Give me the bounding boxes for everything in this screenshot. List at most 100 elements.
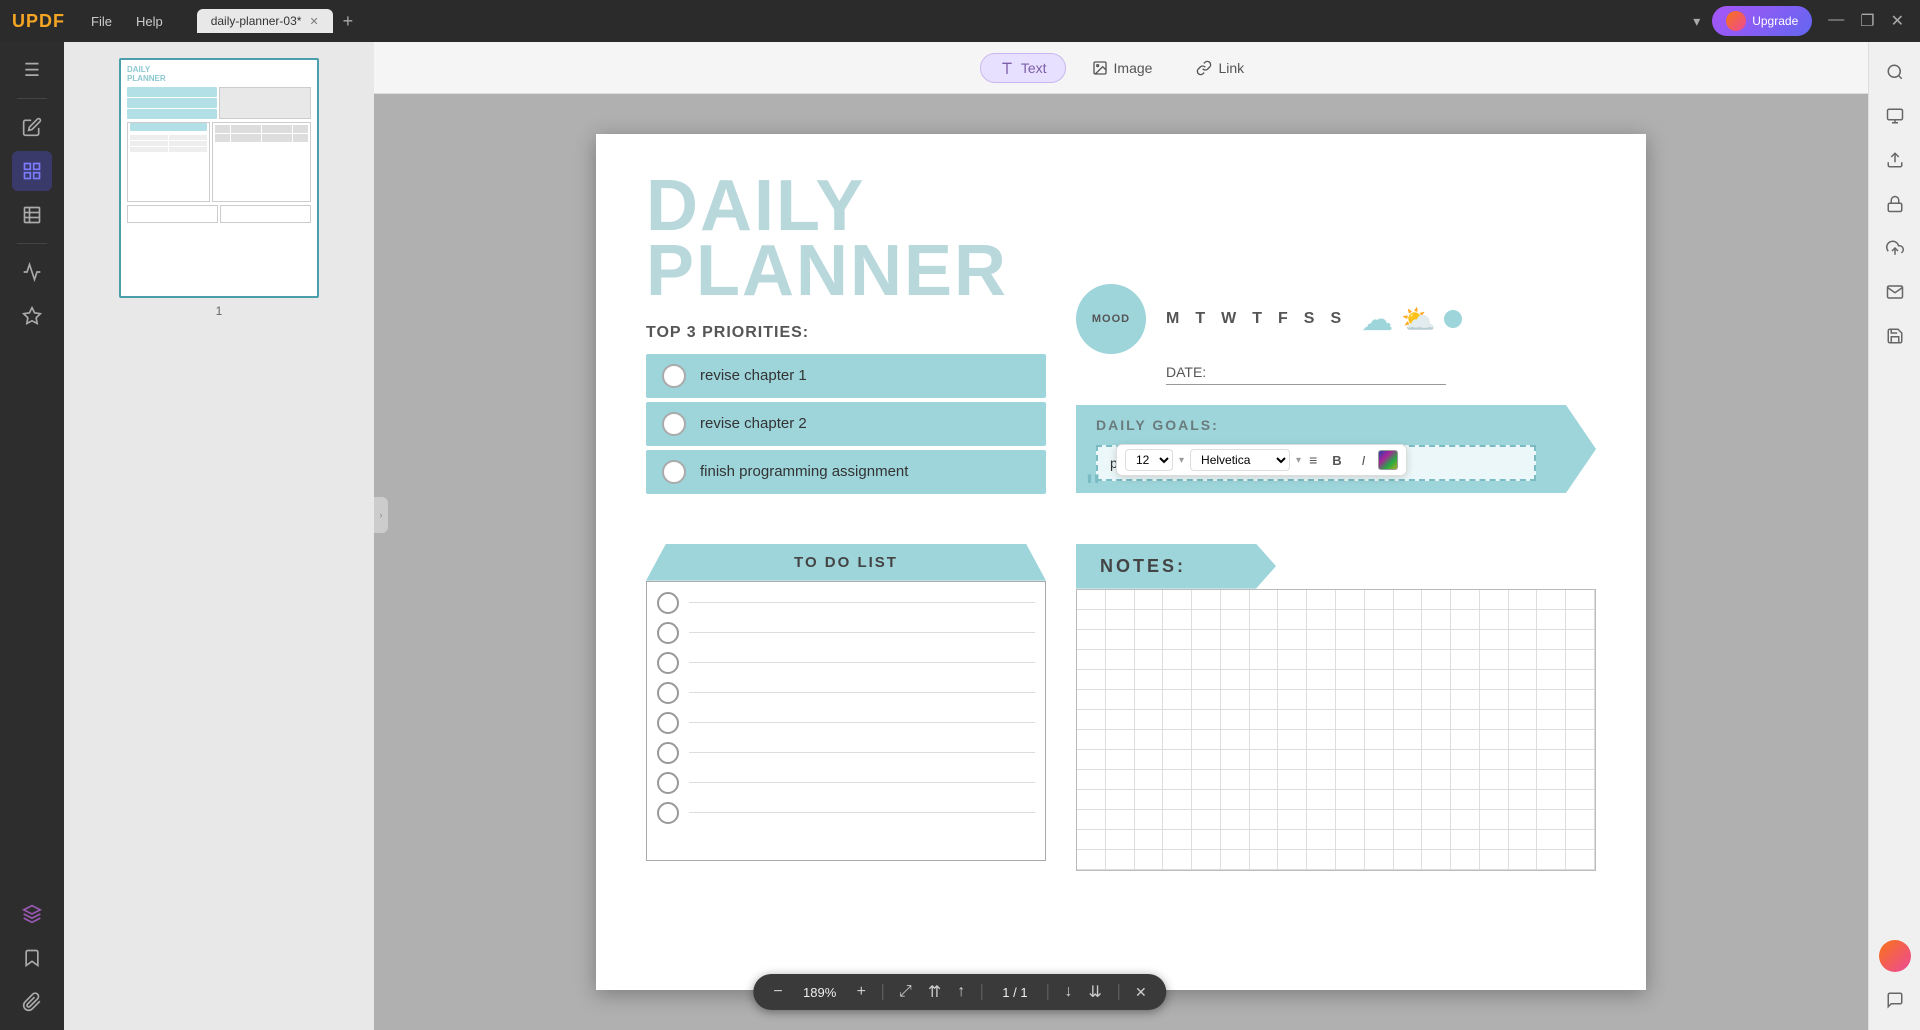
sidebar-icon-bookmark[interactable] [12,938,52,978]
notes-grid-cell [1077,770,1106,790]
notes-grid-cell [1307,630,1336,650]
priority-checkbox-1[interactable] [662,364,686,388]
save-icon[interactable] [1877,318,1913,354]
window-controls: — ❐ ✕ [1824,9,1908,33]
sidebar-icon-sticker[interactable] [12,296,52,336]
font-family-select[interactable]: Helvetica [1190,449,1290,471]
text-align-icon[interactable]: ≡ [1307,450,1319,470]
notes-grid-cell [1192,770,1221,790]
zoom-nav-bottom[interactable]: ⇊ [1085,980,1106,1004]
notes-grid-cell [1221,610,1250,630]
lock-icon[interactable] [1877,186,1913,222]
notes-grid-cell [1135,750,1164,770]
chat-icon[interactable] [1877,982,1913,1018]
menu-file[interactable]: File [81,10,122,33]
notes-grid-cell [1221,650,1250,670]
notes-grid-cell [1509,750,1538,770]
notes-grid-cell [1077,850,1106,870]
thumbnail-page-1[interactable]: DAILYPLANNER [119,58,319,318]
todo-row-1 [657,592,1035,614]
notes-grid-cell [1566,830,1595,850]
notes-grid-cell [1422,670,1451,690]
search-icon-right[interactable] [1877,54,1913,90]
todo-row-2 [657,622,1035,644]
export-icon[interactable] [1877,142,1913,178]
zoom-bar-close[interactable]: ✕ [1131,982,1151,1003]
zoom-bar: − 189% + ⤢ ⇈ ↑ 1 / 1 ↓ ⇊ ✕ [753,974,1166,1010]
notes-grid-cell [1394,630,1423,650]
notes-grid-cell [1192,610,1221,630]
zoom-out-button[interactable]: − [769,981,786,1003]
sidebar-icon-edit[interactable] [12,107,52,147]
sidebar-icon-layers[interactable] [12,894,52,934]
maximize-button[interactable]: ❐ [1856,9,1878,33]
tab-close-icon[interactable]: ✕ [309,15,318,28]
todo-checkbox-3[interactable] [657,652,679,674]
zoom-in-button[interactable]: + [853,981,870,1003]
todo-checkbox-6[interactable] [657,742,679,764]
window-dropdown-icon[interactable]: ▾ [1693,13,1700,30]
zoom-nav-up[interactable]: ↑ [953,981,969,1003]
text-color-picker[interactable] [1378,450,1398,470]
notes-grid-cell [1163,830,1192,850]
todo-checkbox-7[interactable] [657,772,679,794]
notes-grid-cell [1336,710,1365,730]
mail-icon[interactable] [1877,274,1913,310]
notes-grid-cell [1365,750,1394,770]
notes-grid-cell [1537,790,1566,810]
zoom-nav-top[interactable]: ⇈ [924,980,945,1004]
notes-grid-cell [1077,590,1106,610]
minimize-button[interactable]: — [1824,9,1848,33]
sidebar-icon-clip[interactable] [12,982,52,1022]
notes-grid-cell [1250,790,1279,810]
todo-checkbox-8[interactable] [657,802,679,824]
notes-grid-cell [1509,690,1538,710]
sidebar-icon-table[interactable] [12,195,52,235]
todo-checkbox-2[interactable] [657,622,679,644]
priority-checkbox-3[interactable] [662,460,686,484]
notes-grid-cell [1221,690,1250,710]
font-size-select[interactable]: 12 [1125,449,1173,471]
notes-grid-cell [1537,670,1566,690]
sidebar-icon-document[interactable]: ☰ [12,50,52,90]
todo-checkbox-4[interactable] [657,682,679,704]
bold-button[interactable]: B [1325,450,1348,471]
upgrade-button[interactable]: Upgrade [1712,6,1812,36]
notes-grid-cell [1077,630,1106,650]
notes-grid-cell [1135,630,1164,650]
todo-line-6 [689,752,1035,753]
pdf-canvas[interactable]: DAILY PLANNER TOP 3 PRIORITIES: revise c… [374,94,1868,1030]
sidebar-icon-chart[interactable] [12,252,52,292]
close-button[interactable]: ✕ [1887,9,1908,33]
notes-grid-cell [1480,630,1509,650]
menu-help[interactable]: Help [126,10,173,33]
avatar-icon[interactable] [1877,938,1913,974]
todo-checkbox-1[interactable] [657,592,679,614]
link-tool-button[interactable]: Link [1178,54,1262,82]
notes-grid-cell [1106,670,1135,690]
notes-grid-cell [1077,710,1106,730]
day-s2: S [1330,310,1341,328]
zoom-fit-button[interactable]: ⤢ [895,981,916,1003]
new-tab-button[interactable]: + [337,9,360,34]
text-tool-button[interactable]: Text [980,53,1066,83]
notes-grid-cell [1077,650,1106,670]
notes-grid-cell [1221,750,1250,770]
notes-grid-cell [1509,710,1538,730]
zoom-nav-down[interactable]: ↓ [1061,981,1077,1003]
notes-grid-cell [1192,790,1221,810]
panel-collapse-handle[interactable]: › [374,497,388,533]
notes-grid-cell [1422,650,1451,670]
fit-page-icon[interactable] [1877,98,1913,134]
notes-grid-cell [1221,850,1250,870]
sidebar-icon-pages[interactable] [12,151,52,191]
todo-checkbox-5[interactable] [657,712,679,734]
image-tool-button[interactable]: Image [1074,54,1171,82]
italic-button[interactable]: I [1355,450,1373,471]
upload-icon[interactable] [1877,230,1913,266]
date-row: DATE: [1166,364,1446,385]
priority-checkbox-2[interactable] [662,412,686,436]
notes-grid-cell [1336,690,1365,710]
font-size-dropdown-icon: ▾ [1179,455,1184,466]
tab-daily-planner[interactable]: daily-planner-03* ✕ [197,9,333,33]
